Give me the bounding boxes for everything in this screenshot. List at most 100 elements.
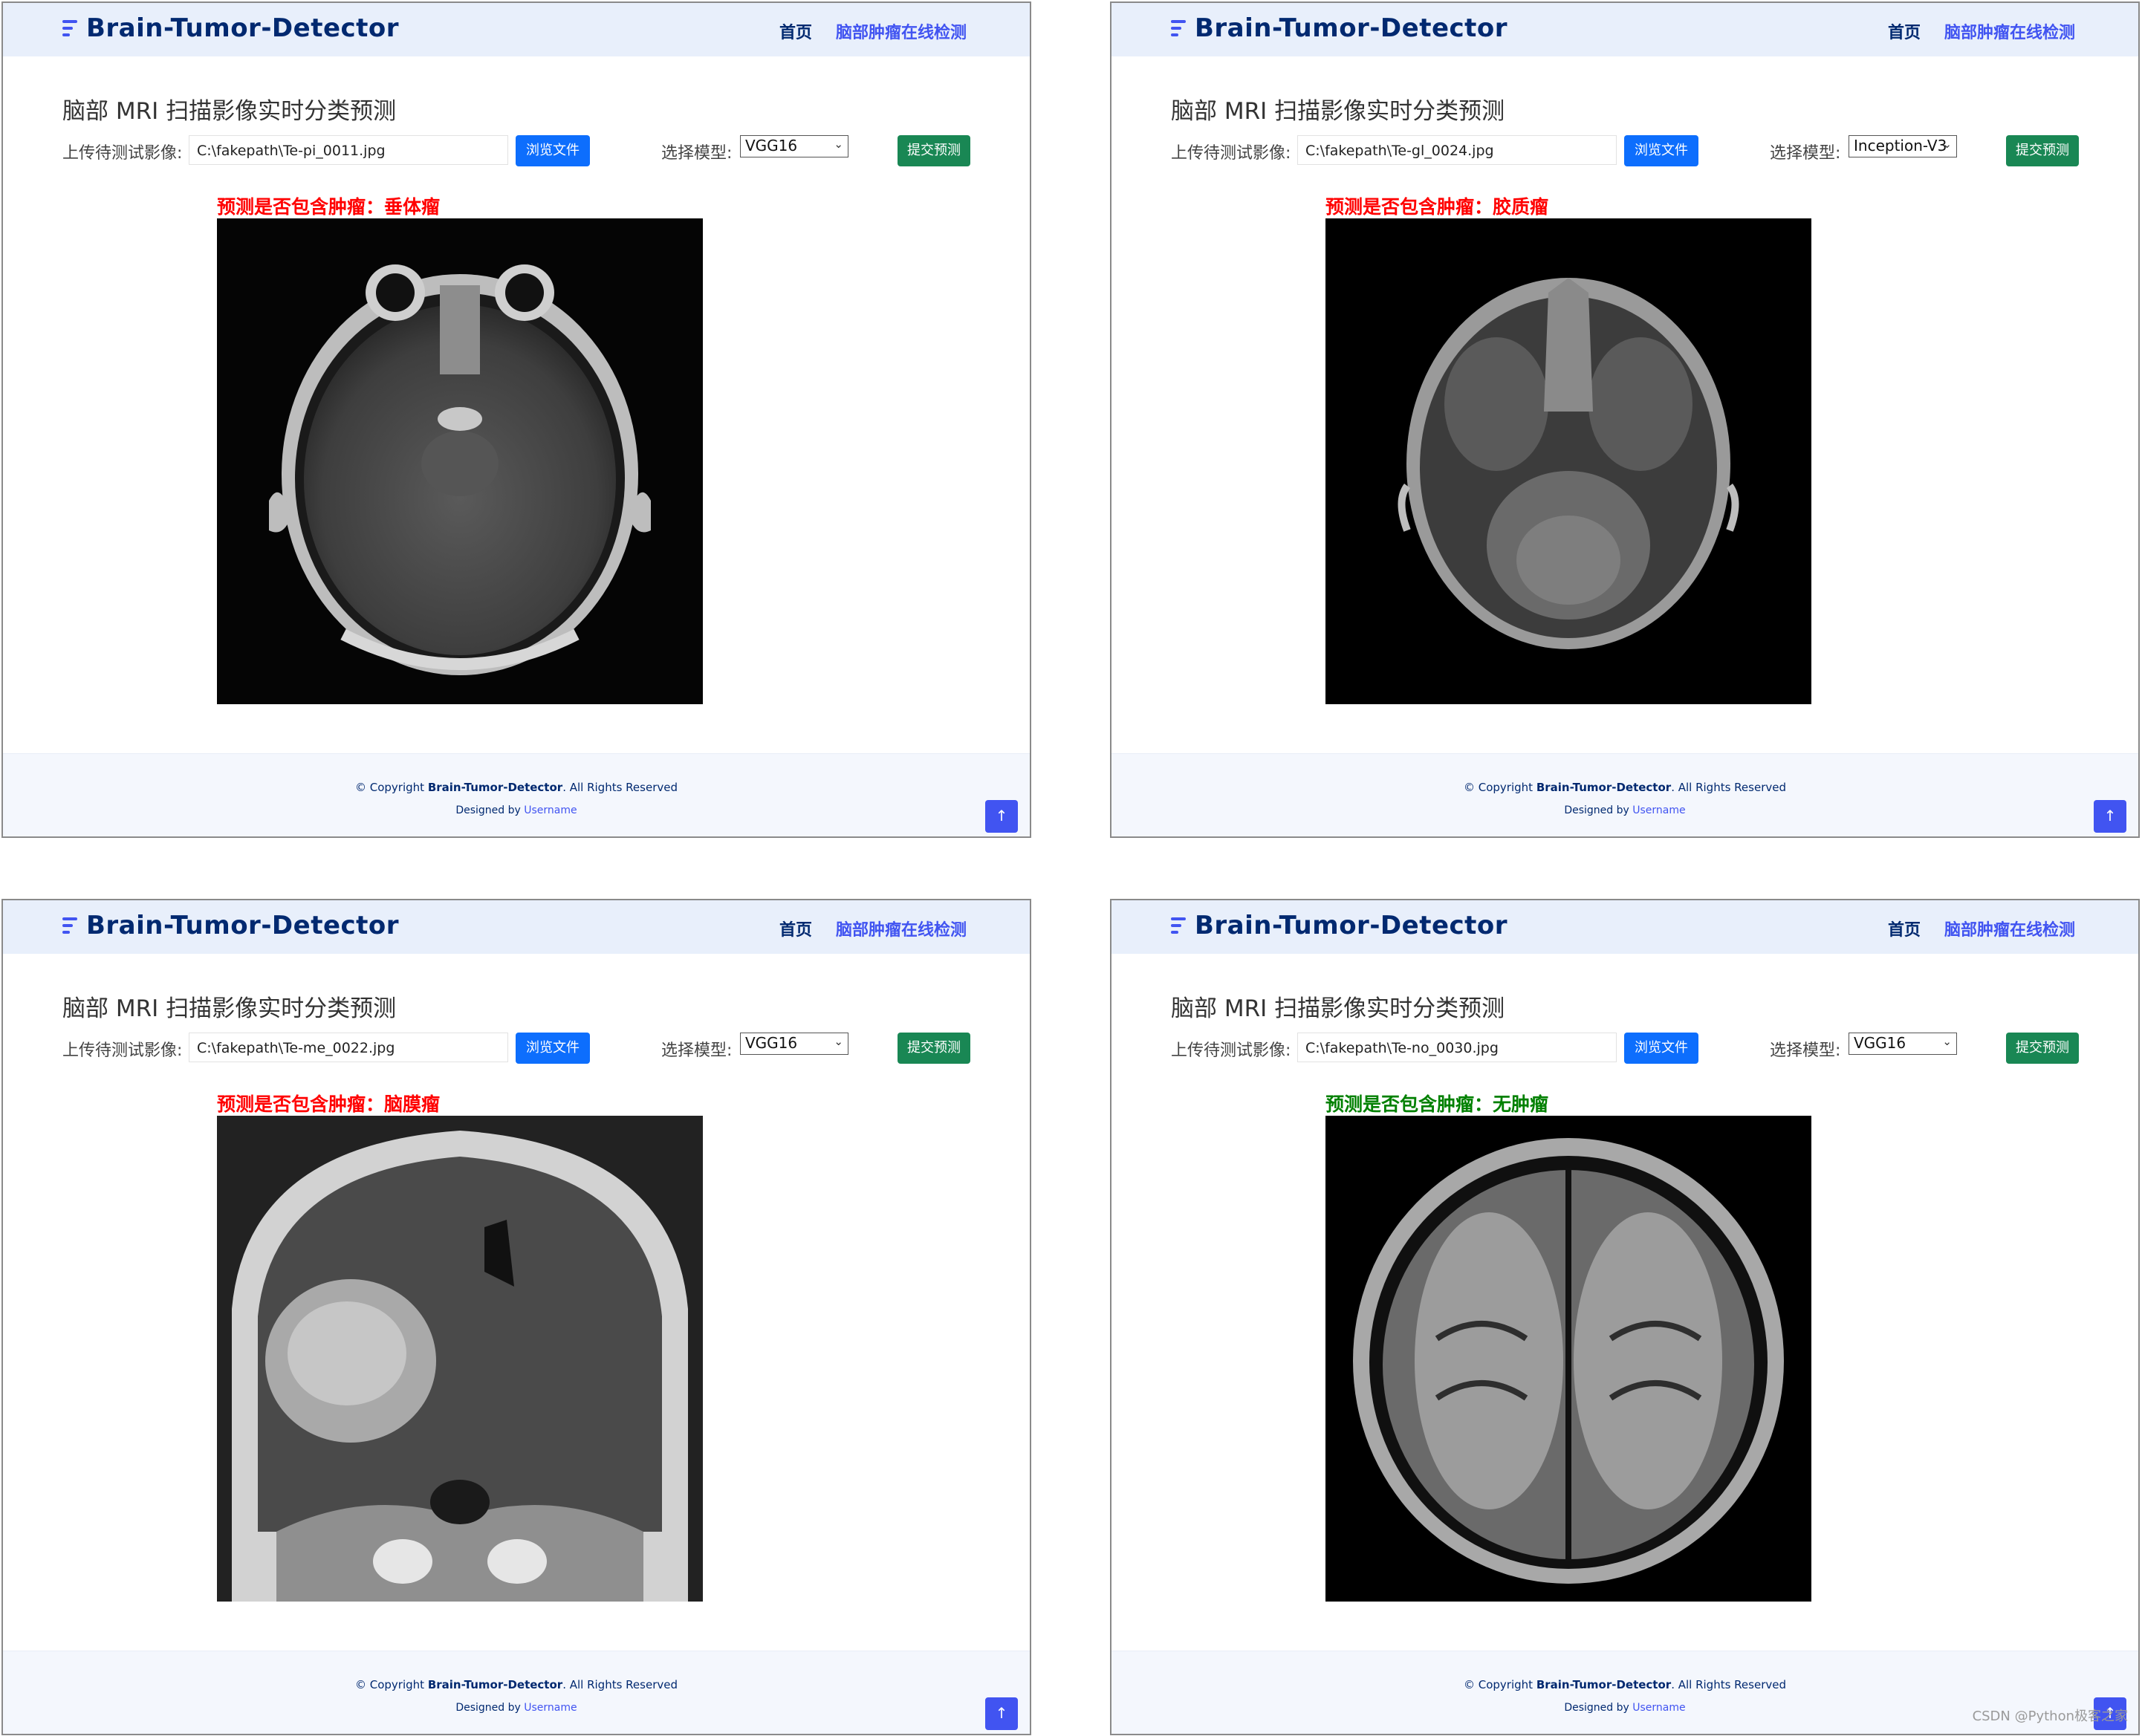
designed-by-label: Designed by <box>1564 804 1629 816</box>
mri-scan-axial-normal <box>1325 1116 1811 1602</box>
copyright-prefix: © Copyright <box>354 1678 425 1691</box>
back-to-top-button[interactable]: ↑ <box>2094 800 2126 833</box>
designed-by: Designed by Username <box>1111 804 2138 816</box>
header: Brain-Tumor-Detector 首页 脑部肿瘤在线检测 <box>1111 3 2138 56</box>
mri-image <box>1325 218 1811 704</box>
logo-icon <box>1171 916 1187 935</box>
browse-file-button[interactable]: 浏览文件 <box>1624 1033 1698 1064</box>
nav-home[interactable]: 首页 <box>1888 917 1921 940</box>
arrow-up-icon: ↑ <box>2103 807 2117 825</box>
copyright-brand: Brain-Tumor-Detector <box>427 1678 563 1691</box>
navbar: 首页 脑部肿瘤在线检测 <box>1888 19 2075 43</box>
submit-prediction-button[interactable]: 提交预测 <box>2006 135 2079 166</box>
prediction-prefix: 预测是否包含肿瘤： <box>217 196 385 218</box>
chevron-down-icon: ⌄ <box>1942 137 1952 151</box>
upload-form: 上传待测试影像: C:\fakepath\Te-gl_0024.jpg 浏览文件… <box>1171 135 2079 168</box>
logo-icon <box>62 19 79 38</box>
prediction-value: 无肿瘤 <box>1493 1093 1549 1115</box>
screenshot-panel-2: Brain-Tumor-Detector 首页 脑部肿瘤在线检测 脑部 MRI … <box>1110 1 2140 838</box>
prediction-value: 垂体瘤 <box>384 196 441 218</box>
designed-by-label: Designed by <box>1564 1702 1629 1714</box>
chevron-down-icon: ⌄ <box>834 137 843 151</box>
copyright-suffix: . All Rights Reserved <box>562 781 678 794</box>
browse-file-button[interactable]: 浏览文件 <box>516 135 590 166</box>
copyright-prefix: © Copyright <box>354 781 425 794</box>
model-select[interactable]: VGG16 ⌄ <box>740 1033 848 1055</box>
copyright-prefix: © Copyright <box>1463 781 1534 794</box>
chevron-down-icon: ⌄ <box>834 1035 843 1048</box>
designed-by: Designed by Username <box>3 804 1030 816</box>
upload-form: 上传待测试影像: C:\fakepath\Te-no_0030.jpg 浏览文件… <box>1171 1033 2079 1065</box>
designer-link[interactable]: Username <box>1632 804 1685 816</box>
mri-scan-coronal-meningioma <box>217 1116 703 1602</box>
prediction-prefix: 预测是否包含肿瘤： <box>1325 1093 1493 1115</box>
copyright-suffix: . All Rights Reserved <box>1671 1678 1786 1691</box>
file-path-input[interactable]: C:\fakepath\Te-gl_0024.jpg <box>1297 135 1617 165</box>
model-select[interactable]: Inception-V3 ⌄ <box>1849 135 1957 157</box>
logo[interactable]: Brain-Tumor-Detector <box>62 13 399 43</box>
prediction-result: 预测是否包含肿瘤：垂体瘤 <box>217 192 440 219</box>
header: Brain-Tumor-Detector 首页 脑部肿瘤在线检测 <box>3 900 1030 954</box>
model-select-value: VGG16 <box>745 1034 798 1052</box>
prediction-result: 预测是否包含肿瘤：胶质瘤 <box>1325 192 1548 219</box>
upload-label: 上传待测试影像: <box>62 144 183 163</box>
model-select-value: VGG16 <box>745 137 798 155</box>
logo[interactable]: Brain-Tumor-Detector <box>1171 911 1507 940</box>
logo-icon <box>1171 19 1187 38</box>
nav-detect[interactable]: 脑部肿瘤在线检测 <box>1944 19 2075 43</box>
page-title: 脑部 MRI 扫描影像实时分类预测 <box>62 98 397 125</box>
mri-scan-axial-glioma <box>1325 218 1811 704</box>
nav-detect[interactable]: 脑部肿瘤在线检测 <box>1944 917 2075 940</box>
model-label: 选择模型: <box>1770 144 1841 163</box>
mri-scan-axial-pituitary <box>217 218 703 704</box>
designer-link[interactable]: Username <box>524 1702 577 1714</box>
prediction-prefix: 预测是否包含肿瘤： <box>217 1093 385 1115</box>
designed-by-label: Designed by <box>455 1702 521 1714</box>
model-label: 选择模型: <box>1770 1041 1841 1060</box>
navbar: 首页 脑部肿瘤在线检测 <box>779 19 967 43</box>
screenshot-panel-1: Brain-Tumor-Detector 首页 脑部肿瘤在线检测 脑部 MRI … <box>1 1 1031 838</box>
nav-detect[interactable]: 脑部肿瘤在线检测 <box>836 917 967 940</box>
screenshot-panel-3: Brain-Tumor-Detector 首页 脑部肿瘤在线检测 脑部 MRI … <box>1 899 1031 1735</box>
logo[interactable]: Brain-Tumor-Detector <box>62 911 399 940</box>
file-path-input[interactable]: C:\fakepath\Te-me_0022.jpg <box>189 1033 508 1062</box>
model-select[interactable]: VGG16 ⌄ <box>1849 1033 1957 1055</box>
mri-image <box>217 1116 703 1602</box>
submit-prediction-button[interactable]: 提交预测 <box>898 1033 970 1064</box>
footer: © Copyright Brain-Tumor-Detector. All Ri… <box>3 1651 1030 1734</box>
header: Brain-Tumor-Detector 首页 脑部肿瘤在线检测 <box>3 3 1030 56</box>
back-to-top-button[interactable]: ↑ <box>985 1697 1018 1730</box>
brand-name: Brain-Tumor-Detector <box>86 13 400 43</box>
nav-detect[interactable]: 脑部肿瘤在线检测 <box>836 19 967 43</box>
logo[interactable]: Brain-Tumor-Detector <box>1171 13 1507 43</box>
copyright-prefix: © Copyright <box>1463 1678 1534 1691</box>
back-to-top-button[interactable]: ↑ <box>985 800 1018 833</box>
copyright-brand: Brain-Tumor-Detector <box>1536 781 1672 794</box>
nav-home[interactable]: 首页 <box>1888 19 1921 43</box>
designed-by-label: Designed by <box>455 804 521 816</box>
copyright-brand: Brain-Tumor-Detector <box>427 781 563 794</box>
nav-home[interactable]: 首页 <box>779 917 812 940</box>
submit-prediction-button[interactable]: 提交预测 <box>2006 1033 2079 1064</box>
designer-link[interactable]: Username <box>524 804 577 816</box>
file-path-input[interactable]: C:\fakepath\Te-pi_0011.jpg <box>189 135 508 165</box>
navbar: 首页 脑部肿瘤在线检测 <box>1888 917 2075 940</box>
brand-name: Brain-Tumor-Detector <box>1195 13 1508 43</box>
prediction-value: 脑膜瘤 <box>384 1093 441 1115</box>
browse-file-button[interactable]: 浏览文件 <box>516 1033 590 1064</box>
prediction-value: 胶质瘤 <box>1493 196 1549 218</box>
designer-link[interactable]: Username <box>1632 1702 1685 1714</box>
footer: © Copyright Brain-Tumor-Detector. All Ri… <box>1111 753 2138 836</box>
submit-prediction-button[interactable]: 提交预测 <box>898 135 970 166</box>
model-select[interactable]: VGG16 ⌄ <box>740 135 848 157</box>
file-path-input[interactable]: C:\fakepath\Te-no_0030.jpg <box>1297 1033 1617 1062</box>
arrow-up-icon: ↑ <box>995 807 1008 825</box>
nav-home[interactable]: 首页 <box>779 19 812 43</box>
model-label: 选择模型: <box>661 144 733 163</box>
prediction-prefix: 预测是否包含肿瘤： <box>1325 196 1493 218</box>
footer: © Copyright Brain-Tumor-Detector. All Ri… <box>3 753 1030 836</box>
upload-label: 上传待测试影像: <box>1171 144 1291 163</box>
browse-file-button[interactable]: 浏览文件 <box>1624 135 1698 166</box>
copyright: © Copyright Brain-Tumor-Detector. All Ri… <box>3 781 1030 794</box>
header: Brain-Tumor-Detector 首页 脑部肿瘤在线检测 <box>1111 900 2138 954</box>
